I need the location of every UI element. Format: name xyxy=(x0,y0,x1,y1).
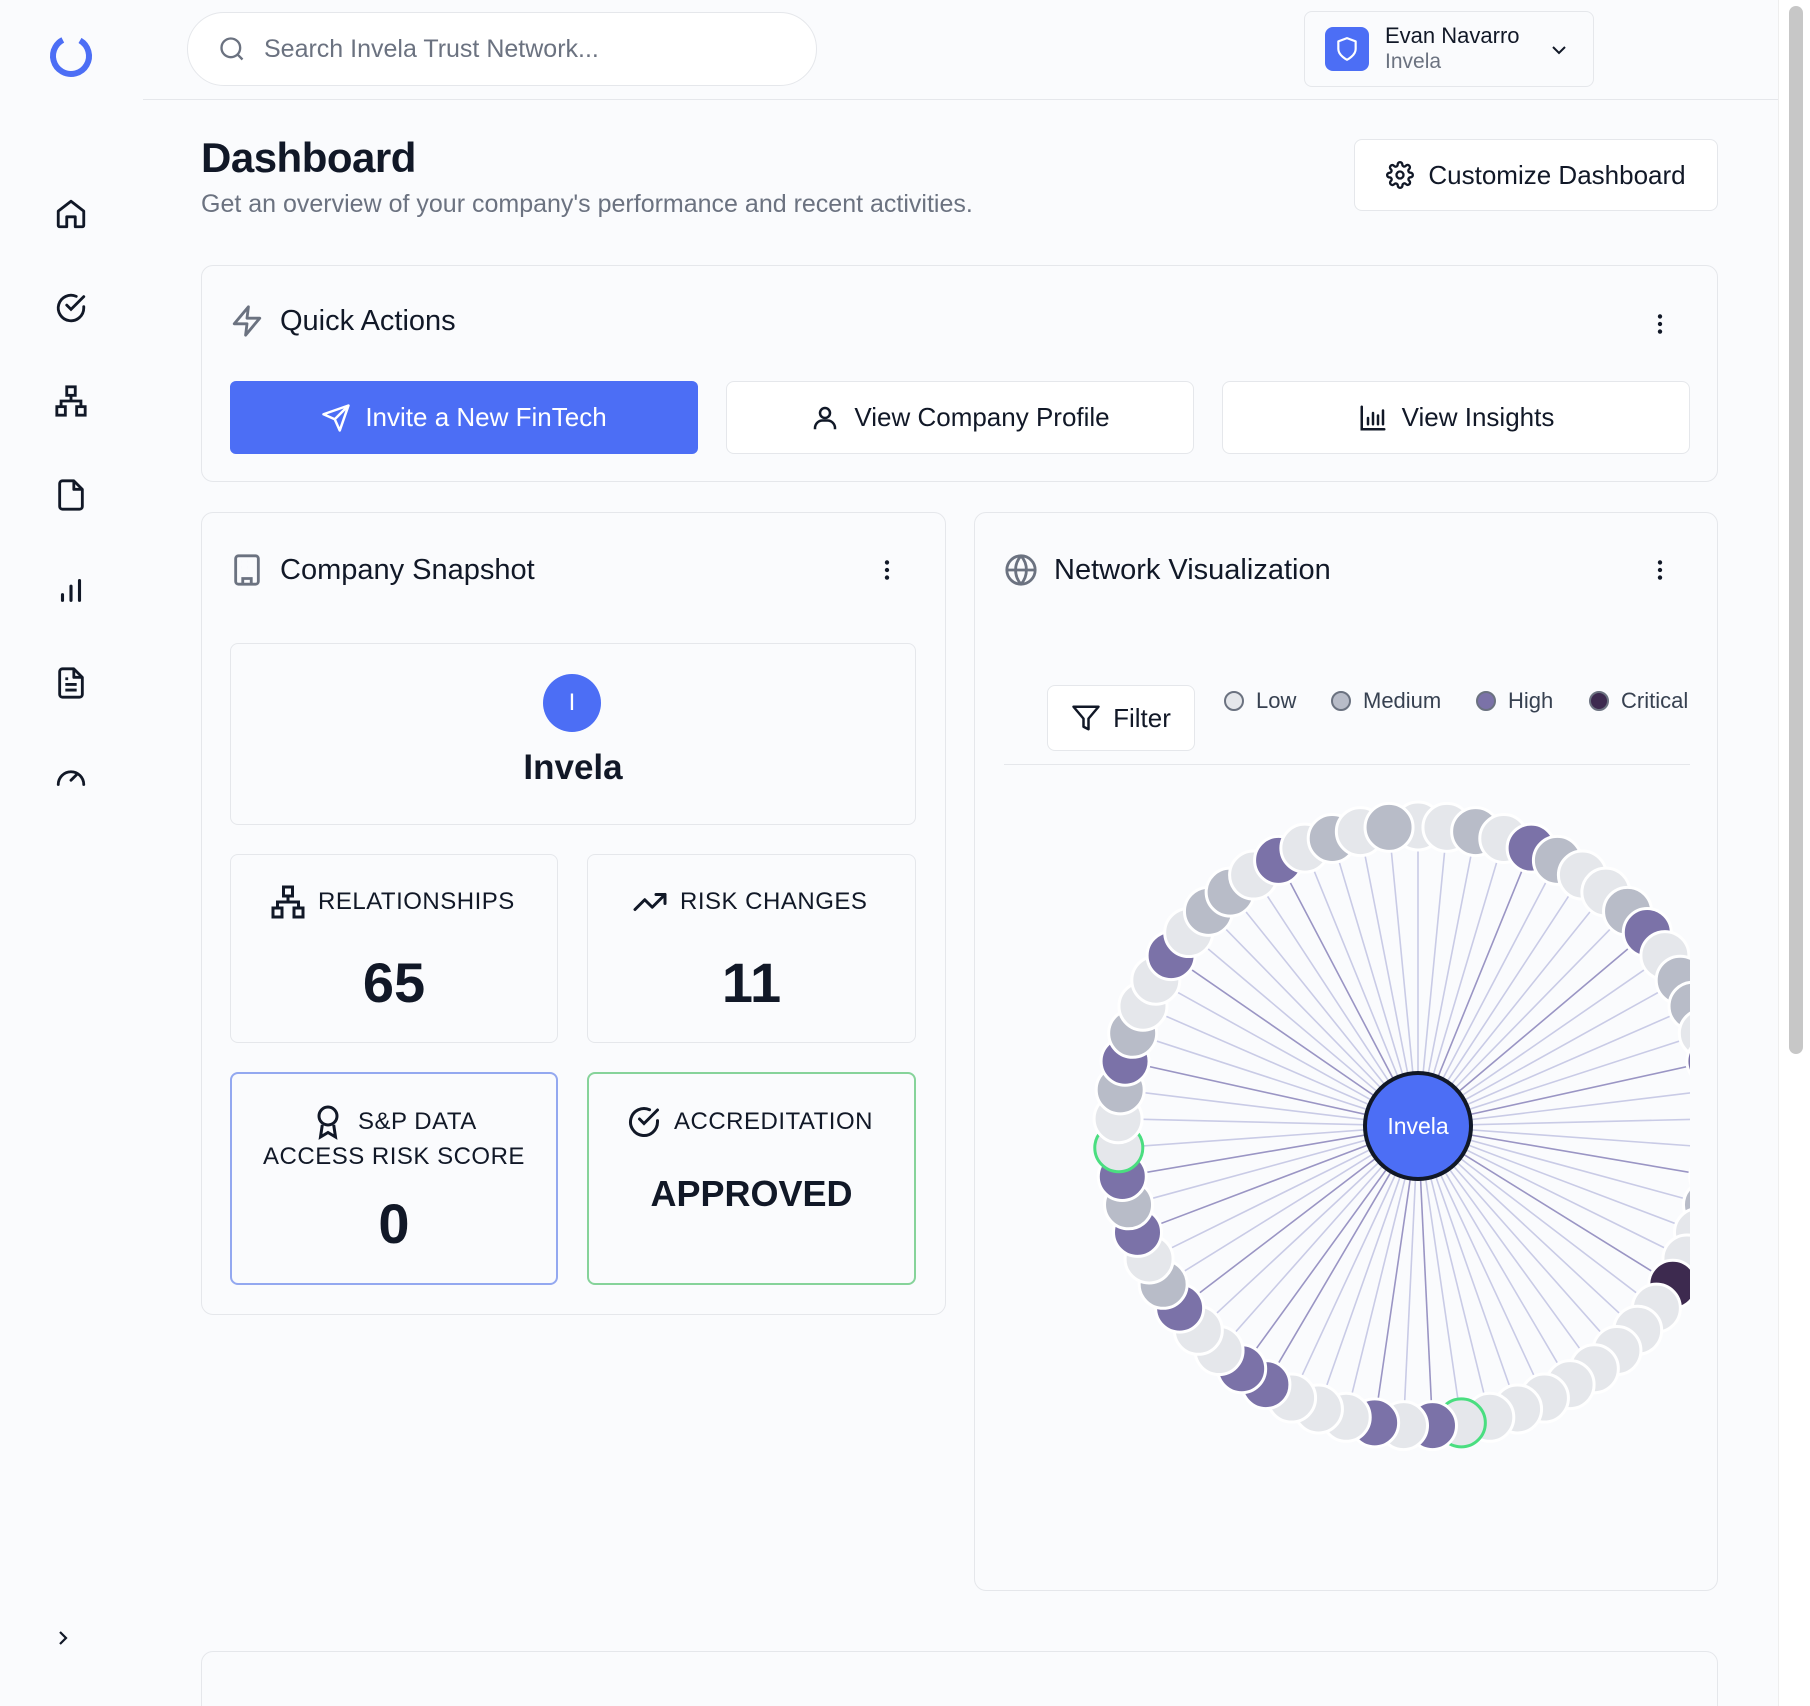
risk-monitoring-card xyxy=(201,1651,1718,1706)
more-vertical-icon[interactable] xyxy=(1645,550,1675,590)
sp-score-value: 0 xyxy=(378,1192,410,1255)
file-icon[interactable] xyxy=(52,476,90,514)
filter-button[interactable]: Filter xyxy=(1047,685,1195,751)
document-text-icon[interactable] xyxy=(52,664,90,702)
send-icon xyxy=(322,403,351,432)
customize-dashboard-button[interactable]: Customize Dashboard xyxy=(1354,139,1718,211)
user-org: Invela xyxy=(1385,50,1442,73)
customize-label: Customize Dashboard xyxy=(1428,159,1686,190)
gear-icon xyxy=(1386,161,1415,189)
user-menu[interactable]: Evan Navarro Invela xyxy=(1304,11,1594,87)
bar-chart-icon[interactable] xyxy=(52,570,90,608)
lightning-icon xyxy=(232,305,262,337)
scrollbar[interactable] xyxy=(1778,0,1810,1706)
legend-critical[interactable]: Critical xyxy=(1589,688,1688,714)
company-snapshot-title: Company Snapshot xyxy=(230,553,535,587)
network-visualization-title: Network Visualization xyxy=(1004,553,1331,587)
user-icon xyxy=(814,406,837,429)
quick-actions-title: Quick Actions xyxy=(230,304,456,338)
avatar: I xyxy=(543,674,601,732)
network-graph[interactable]: Invela xyxy=(1004,770,1690,1470)
check-circle-icon xyxy=(629,1107,659,1137)
divider xyxy=(1004,764,1690,765)
invite-fintech-button[interactable]: Invite a New FinTech xyxy=(230,381,698,454)
legend-high[interactable]: High xyxy=(1476,688,1553,714)
accreditation-value: APPROVED xyxy=(650,1173,853,1214)
relationships-label: RELATIONSHIPS xyxy=(270,884,515,920)
company-name: Invela xyxy=(523,748,623,787)
more-vertical-icon[interactable] xyxy=(1645,304,1675,344)
view-insights-button[interactable]: View Insights xyxy=(1222,381,1690,454)
network-node[interactable] xyxy=(1363,801,1415,853)
page-subtitle: Get an overview of your company's perfor… xyxy=(201,190,973,218)
risk-changes-label: RISK CHANGES xyxy=(632,884,867,920)
globe-icon xyxy=(1005,554,1037,586)
filter-icon xyxy=(1072,705,1100,731)
search-input[interactable] xyxy=(264,34,784,64)
page-title: Dashboard xyxy=(201,134,416,181)
risk-changes-value: 11 xyxy=(721,951,782,1014)
user-name: Evan Navarro xyxy=(1385,23,1520,48)
more-vertical-icon[interactable] xyxy=(872,550,902,590)
legend-medium[interactable]: Medium xyxy=(1331,688,1441,714)
gauge-icon[interactable] xyxy=(52,757,90,795)
accreditation-label: ACCREDITATION xyxy=(626,1104,873,1140)
view-company-profile-button[interactable]: View Company Profile xyxy=(726,381,1194,454)
shield-icon xyxy=(1325,27,1369,71)
top-bar: Evan Navarro Invela xyxy=(143,0,1778,100)
bar-chart-icon xyxy=(1360,405,1386,430)
network-icon[interactable] xyxy=(52,382,90,420)
sp-label-line1: S&P DATA xyxy=(310,1104,477,1140)
company-header-box xyxy=(230,643,916,825)
search-icon xyxy=(220,37,244,61)
search-bar[interactable] xyxy=(187,12,817,86)
sidebar xyxy=(0,0,143,1706)
network-icon xyxy=(271,885,305,919)
invela-logo[interactable] xyxy=(48,33,94,79)
chevron-down-icon xyxy=(1552,46,1566,55)
relationships-value: 65 xyxy=(362,951,426,1014)
chevron-right-icon[interactable] xyxy=(50,1623,76,1653)
building-icon xyxy=(234,554,260,586)
legend-low[interactable]: Low xyxy=(1224,688,1296,714)
award-icon xyxy=(317,1105,339,1140)
center-node-label: Invela xyxy=(1387,1113,1449,1139)
sp-label-line2: ACCESS RISK SCORE xyxy=(263,1143,525,1170)
check-circle-icon[interactable] xyxy=(52,289,90,327)
home-icon[interactable] xyxy=(52,195,90,233)
trending-up-icon xyxy=(633,893,667,911)
